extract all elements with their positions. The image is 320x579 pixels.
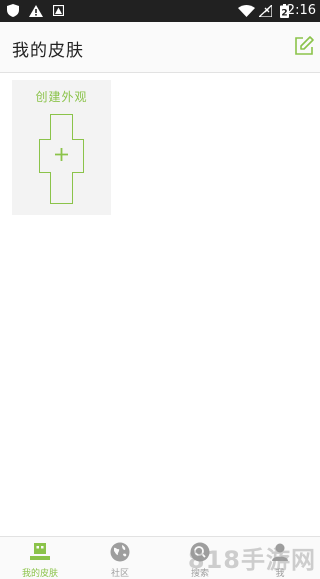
status-bar: 2 2:16 (0, 0, 320, 22)
status-time: 2:16 (286, 3, 316, 18)
nav-item-community[interactable]: 社区 (80, 537, 160, 579)
no-signal-icon (259, 5, 272, 17)
warning-icon (29, 5, 43, 17)
edit-icon (295, 36, 314, 55)
watermark: 818手游网 (187, 546, 316, 574)
plus-icon (55, 148, 68, 161)
shield-icon (7, 4, 19, 17)
image-notification-icon (53, 5, 64, 16)
wifi-icon (238, 5, 255, 17)
page-title: 我的皮肤 (12, 41, 84, 61)
edit-button[interactable] (293, 35, 315, 57)
create-skin-card[interactable]: 创建外观 (12, 80, 111, 215)
app-bar: 我的皮肤 (0, 22, 320, 73)
skin-icon (30, 543, 50, 560)
nav-label-community: 社区 (110, 569, 129, 579)
create-skin-label: 创建外观 (35, 90, 88, 104)
globe-icon (110, 542, 130, 562)
nav-label-my-skins: 我的皮肤 (21, 569, 58, 579)
nav-item-my-skins[interactable]: 我的皮肤 (0, 537, 80, 579)
